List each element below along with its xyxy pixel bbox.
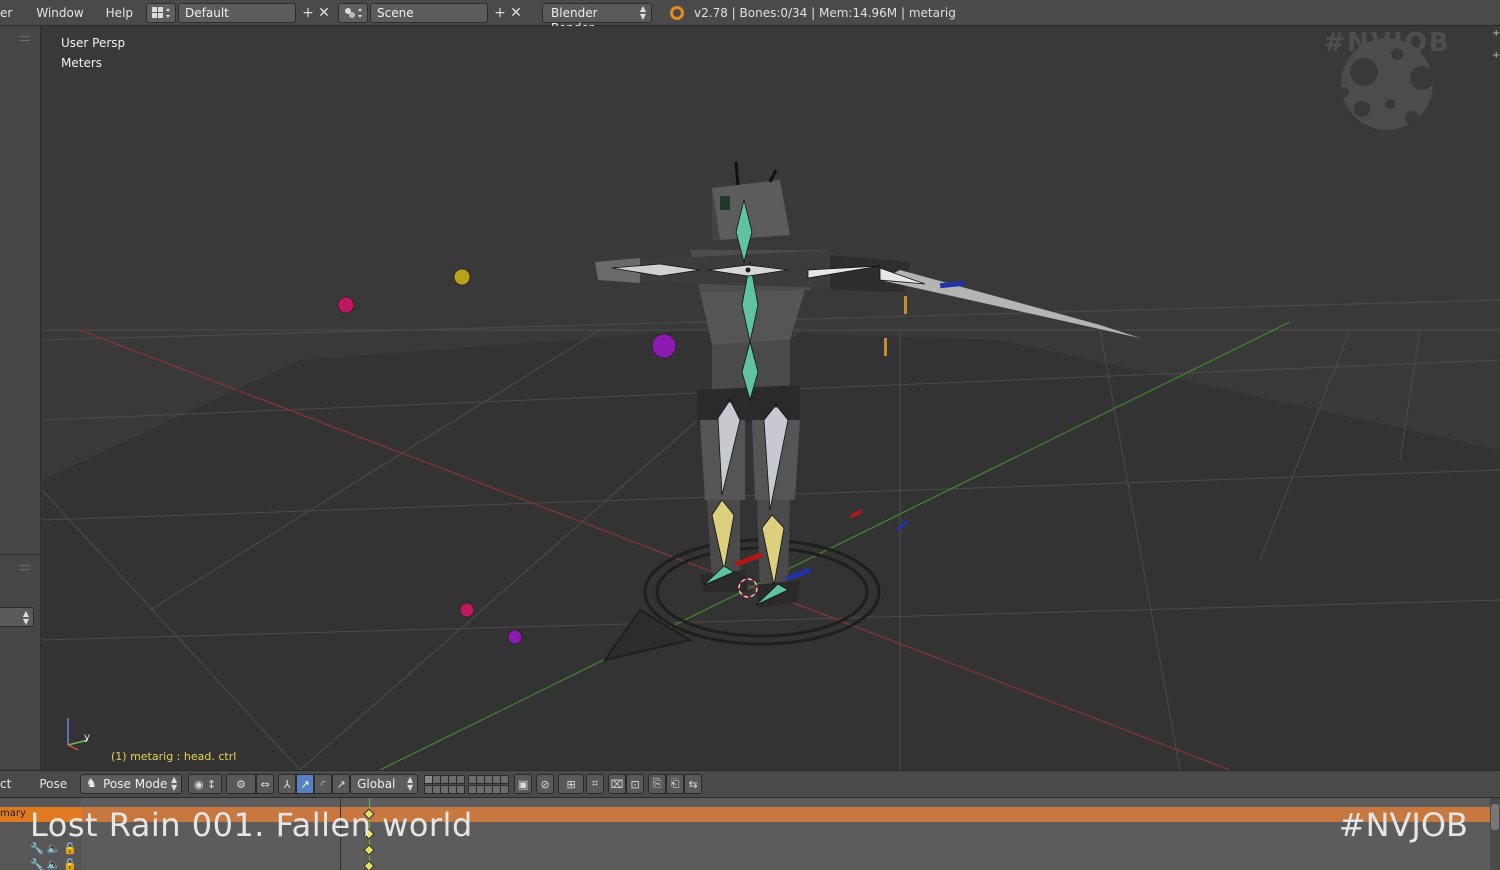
add-icon[interactable]: + — [300, 4, 316, 22]
pose-mode-icon: ♞ — [86, 776, 97, 790]
shelf-divider — [0, 554, 41, 555]
properties-panel-toggle[interactable]: + + — [1492, 26, 1500, 770]
mode-select[interactable]: ♞ Pose Mode ▲ ▼ — [80, 774, 183, 794]
3d-view-header: ct Pose ♞ Pose Mode ▲ ▼ ◉ ↕ ⚙ ⇔ ⅄ ↗ ◜ ↗ G… — [0, 770, 1500, 798]
close-icon[interactable]: ✕ — [316, 4, 332, 22]
transform-orientation-select[interactable]: Global ▲ ▼ — [350, 774, 419, 794]
lock-camera-icon[interactable]: ▣ — [514, 774, 533, 794]
paste-pose-icon[interactable]: ⎗ — [666, 774, 685, 794]
scene-field[interactable]: Scene — [370, 2, 489, 23]
translate-manipulator-icon[interactable]: ⅄ — [278, 774, 297, 794]
summary-label: mary — [0, 808, 26, 819]
rotate-manipulator-icon[interactable]: ↗ — [296, 774, 315, 794]
render-icon[interactable]: ⌧ — [608, 774, 627, 794]
add-icon[interactable]: + — [492, 4, 508, 22]
manipulator-toggle-icon[interactable]: ⇔ — [256, 774, 275, 794]
menu-window[interactable]: Window — [29, 6, 90, 20]
keyframe[interactable] — [363, 860, 375, 870]
chevron-updown-icon: ▲ ▼ — [639, 3, 647, 21]
orientation-label: Global — [357, 777, 396, 791]
view-name: User Persp — [61, 36, 126, 50]
snap-icon[interactable]: ⊞ — [558, 774, 585, 794]
paste-flipped-pose-icon[interactable]: ⇆ — [684, 774, 703, 794]
chevron-updown-icon: ▲ ▼ — [406, 775, 414, 792]
screen-layout-icon[interactable] — [146, 2, 177, 23]
viewport-scene: y — [42, 161, 1500, 770]
panel-grip-icon[interactable] — [19, 36, 30, 41]
operator-dropdown[interactable]: ▲ ▼ — [0, 607, 34, 627]
dopesheet-scrollbar[interactable] — [1490, 798, 1500, 870]
chevron-updown-icon: ▲ ▼ — [22, 609, 29, 626]
panel-grip-icon[interactable] — [19, 565, 30, 570]
scene-icon[interactable] — [338, 2, 369, 23]
render-animation-icon[interactable]: ⊡ — [626, 774, 645, 794]
moon-logo-icon — [1339, 38, 1434, 130]
info-header: er Window Help Default + ✕ Scene + ✕ Ble… — [0, 0, 1500, 35]
menu-select[interactable]: ct — [0, 777, 18, 791]
blender-logo-icon — [670, 5, 685, 20]
layer-buttons[interactable] — [424, 774, 510, 794]
chevron-updown-icon: ▲ ▼ — [170, 775, 178, 792]
menu-render[interactable]: er — [0, 6, 19, 20]
svg-text:+: + — [1492, 50, 1500, 61]
unit-label: Meters — [61, 56, 103, 70]
snap-target-icon[interactable]: ⌗ — [586, 774, 605, 794]
watermark-logo: #NVJOB — [1322, 28, 1452, 130]
render-engine-select[interactable]: Blender Render ▲▼ — [542, 2, 653, 35]
channel-row-icons[interactable]: 🔧🔈🔓 — [30, 858, 80, 870]
menu-help[interactable]: Help — [99, 6, 140, 20]
active-object-status: (1) metarig : head. ctrl — [111, 750, 237, 763]
axis-y-label: y — [84, 732, 90, 743]
channel-tag: #NVJOB — [1338, 806, 1468, 844]
svg-text:+: + — [1492, 28, 1500, 39]
close-icon[interactable]: ✕ — [508, 4, 524, 22]
transform-space-icon[interactable]: ↗ — [332, 774, 351, 794]
scale-manipulator-icon[interactable]: ◜ — [314, 774, 333, 794]
video-title: Lost Rain 001. Fallen world — [30, 806, 473, 844]
keyframe[interactable] — [363, 844, 375, 856]
copy-pose-icon[interactable]: ⎘ — [648, 774, 667, 794]
auto-ik-icon[interactable]: ⊘ — [536, 774, 555, 794]
scene-stats: v2.78 | Bones:0/34 | Mem:14.96M | metari… — [694, 5, 956, 20]
viewport-shading-icon[interactable]: ◉ ↕ — [188, 774, 223, 794]
tool-shelf: ▲ ▼ — [0, 26, 41, 770]
pivot-point-icon[interactable]: ⚙ — [226, 774, 257, 794]
mode-label: Pose Mode — [103, 777, 168, 791]
3d-viewport[interactable]: y User Persp Meters (1) metarig : head. … — [42, 26, 1500, 770]
screen-layout-field[interactable]: Default — [178, 2, 297, 23]
menu-pose[interactable]: Pose — [32, 777, 74, 791]
